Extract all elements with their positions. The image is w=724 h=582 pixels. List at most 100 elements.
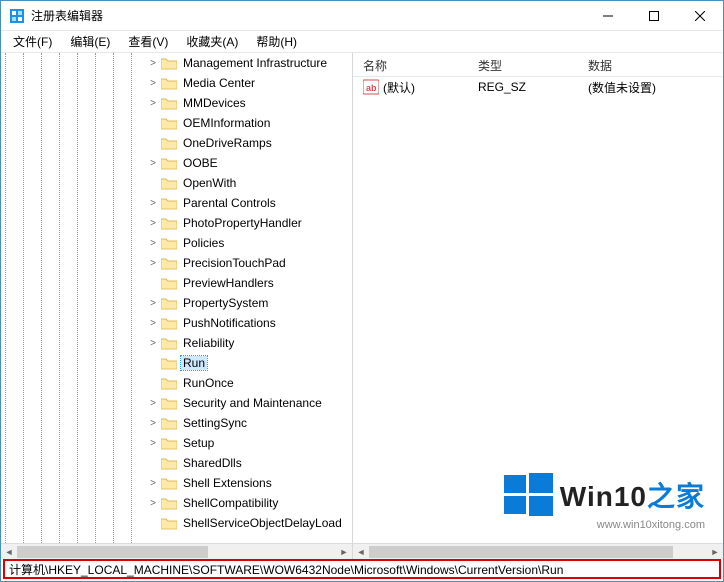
tree-node[interactable]: RunOnce [1,373,352,393]
values-pane: 名称 类型 数据 (默认)REG_SZ(数值未设置) ◄ ► [353,53,723,559]
tree-node[interactable]: SharedDlls [1,453,352,473]
close-button[interactable] [677,1,723,31]
tree-node[interactable]: PreviewHandlers [1,273,352,293]
tree-node-label[interactable]: Reliability [181,336,236,350]
chevron-right-icon[interactable]: > [147,398,159,409]
folder-icon [161,516,177,530]
tree-node-label[interactable]: PrecisionTouchPad [181,256,288,270]
folder-icon [161,416,177,430]
tree-node[interactable]: > ShellCompatibility [1,493,352,513]
scroll-thumb[interactable] [17,546,208,558]
col-data[interactable]: 数据 [578,53,723,76]
scroll-left-icon[interactable]: ◄ [1,544,17,560]
tree-node[interactable]: > PhotoPropertyHandler [1,213,352,233]
tree-node[interactable]: > Setup [1,433,352,453]
tree-node-label[interactable]: PreviewHandlers [181,276,276,290]
tree-node[interactable]: > OOBE [1,153,352,173]
tree-node[interactable]: > PushNotifications [1,313,352,333]
tree-node-label[interactable]: SharedDlls [181,456,244,470]
tree-node[interactable]: > SettingSync [1,413,352,433]
chevron-right-icon[interactable]: > [147,318,159,329]
tree-node-label[interactable]: Setup [181,436,216,450]
col-name[interactable]: 名称 [353,53,468,76]
list-body[interactable]: (默认)REG_SZ(数值未设置) ◄ ► [353,77,723,559]
tree-node[interactable]: > Parental Controls [1,193,352,213]
tree-node[interactable]: OEMInformation [1,113,352,133]
tree-node[interactable]: > MMDevices [1,93,352,113]
tree-h-scrollbar[interactable]: ◄ ► [1,543,352,559]
tree-node-label[interactable]: PushNotifications [181,316,278,330]
address-bar[interactable]: 计算机\HKEY_LOCAL_MACHINE\SOFTWARE\WOW6432N… [3,559,721,579]
folder-icon [161,336,177,350]
tree-node-label[interactable]: Security and Maintenance [181,396,324,410]
chevron-right-icon[interactable]: > [147,218,159,229]
menu-help[interactable]: 帮助(H) [248,31,305,52]
chevron-right-icon[interactable]: > [147,258,159,269]
content-area: >Management Infrastructure>Media Center>… [1,53,723,559]
tree-node[interactable]: > PrecisionTouchPad [1,253,352,273]
tree-node[interactable]: > PropertySystem [1,293,352,313]
chevron-right-icon[interactable]: > [147,58,159,69]
tree-node-label[interactable]: OneDriveRamps [181,136,274,150]
tree-node[interactable]: Run [1,353,352,373]
scroll-thumb[interactable] [369,546,673,558]
tree-node-label[interactable]: ShellServiceObjectDelayLoad [181,516,344,530]
chevron-right-icon[interactable]: > [147,238,159,249]
tree-node[interactable]: > Shell Extensions [1,473,352,493]
tree-node[interactable]: > Security and Maintenance [1,393,352,413]
chevron-right-icon[interactable]: > [147,198,159,209]
scroll-left-icon[interactable]: ◄ [353,544,369,560]
tree-node[interactable]: > Reliability [1,333,352,353]
title-bar: 注册表编辑器 [1,1,723,31]
tree-node-label[interactable]: Management Infrastructure [181,56,329,70]
folder-icon [161,376,177,390]
tree-node[interactable]: OneDriveRamps [1,133,352,153]
tree-node-label[interactable]: SettingSync [181,416,249,430]
tree-node-label[interactable]: OOBE [181,156,220,170]
tree-node[interactable]: ShellServiceObjectDelayLoad [1,513,352,533]
list-row[interactable]: (默认)REG_SZ(数值未设置) [353,77,723,97]
window-title: 注册表编辑器 [31,7,103,24]
tree-node-label[interactable]: ShellCompatibility [181,496,280,510]
scroll-right-icon[interactable]: ► [707,544,723,560]
tree-node-label[interactable]: Policies [181,236,226,250]
chevron-right-icon[interactable]: > [147,338,159,349]
tree-node-label[interactable]: Run [181,356,207,370]
scroll-right-icon[interactable]: ► [336,544,352,560]
tree-node[interactable]: OpenWith [1,173,352,193]
tree-node-label[interactable]: MMDevices [181,96,248,110]
tree-node[interactable]: > Policies [1,233,352,253]
chevron-right-icon[interactable]: > [147,98,159,109]
tree-node-label[interactable]: Shell Extensions [181,476,274,490]
menu-file[interactable]: 文件(F) [5,31,60,52]
minimize-button[interactable] [585,1,631,31]
tree-node-label[interactable]: Parental Controls [181,196,278,210]
folder-icon [161,356,177,370]
col-type[interactable]: 类型 [468,53,578,76]
chevron-right-icon[interactable]: > [147,78,159,89]
tree-node-label[interactable]: RunOnce [181,376,236,390]
registry-tree[interactable]: >Management Infrastructure>Media Center>… [1,53,352,543]
tree-node-label[interactable]: Media Center [181,76,257,90]
tree-node-label[interactable]: OEMInformation [181,116,272,130]
tree-node-label[interactable]: OpenWith [181,176,238,190]
tree-node-label[interactable]: PropertySystem [181,296,270,310]
chevron-right-icon[interactable]: > [147,158,159,169]
folder-icon [161,396,177,410]
maximize-button[interactable] [631,1,677,31]
folder-icon [161,436,177,450]
tree-node[interactable]: > Management Infrastructure [1,53,352,73]
value-name: (默认) [383,79,415,96]
menu-favorites[interactable]: 收藏夹(A) [178,31,246,52]
tree-node[interactable]: > Media Center [1,73,352,93]
folder-icon [161,236,177,250]
tree-node-label[interactable]: PhotoPropertyHandler [181,216,304,230]
chevron-right-icon[interactable]: > [147,438,159,449]
menu-edit[interactable]: 编辑(E) [62,31,118,52]
list-h-scrollbar[interactable]: ◄ ► [353,543,723,559]
chevron-right-icon[interactable]: > [147,418,159,429]
chevron-right-icon[interactable]: > [147,498,159,509]
chevron-right-icon[interactable]: > [147,298,159,309]
menu-view[interactable]: 查看(V) [120,31,176,52]
chevron-right-icon[interactable]: > [147,478,159,489]
